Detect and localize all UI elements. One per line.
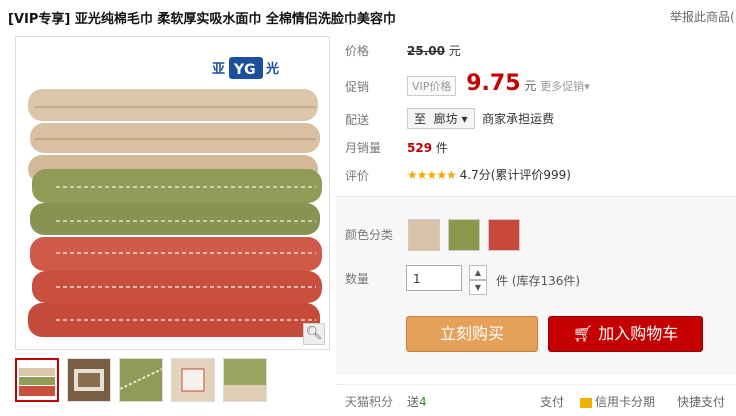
zoom-icon[interactable]: 🔍︎ xyxy=(303,323,325,345)
quantity-unit: 件 xyxy=(496,274,509,288)
logo-left-text: 亚 xyxy=(212,62,225,77)
vip-price-value: 9.75 xyxy=(466,71,521,96)
sales-label: 月销量 xyxy=(345,141,382,155)
main-product-image[interactable]: 亚 YG 光 🔍︎ xyxy=(15,36,330,350)
thumbnail-3[interactable] xyxy=(119,358,163,402)
points-info: 送4 xyxy=(407,395,427,409)
city-select[interactable]: 至 廊坊 ▾ xyxy=(407,108,475,129)
credit-card-icon xyxy=(580,397,592,408)
buy-now-button[interactable]: 立刻购买 xyxy=(406,316,538,352)
add-to-cart-button[interactable]: 🛒︎ 加入购物车 xyxy=(548,316,703,352)
vip-price-unit: 元 xyxy=(524,79,537,93)
quantity-up-button[interactable]: ▲ xyxy=(469,265,487,280)
vip-badge: VIP价格 xyxy=(407,76,457,96)
stock-info: 件 (库存136件) xyxy=(496,272,580,289)
promo-label: 促销 xyxy=(345,80,370,94)
quick-pay-option[interactable]: 快捷支付 xyxy=(677,393,725,410)
shipping-info: 至 廊坊 ▾ 商家承担运费 xyxy=(407,108,554,129)
product-title: [VIP专享] 亚光纯棉毛巾 柔软厚实吸水面巾 全棉情侣洗脸巾美容巾 xyxy=(8,12,396,27)
quantity-label: 数量 xyxy=(345,272,370,286)
thumbnail-strip xyxy=(15,358,267,402)
color-label: 颜色分类 xyxy=(345,228,394,242)
rating-label: 评价 xyxy=(345,169,370,183)
pay-label: 支付 xyxy=(540,395,565,409)
rating-score: 4.7分(累计评价999) xyxy=(459,168,571,182)
shipping-note: 商家承担运费 xyxy=(482,112,555,126)
original-price-unit: 元 xyxy=(448,44,461,58)
thumbnail-1[interactable] xyxy=(15,358,59,402)
report-link[interactable]: 举报此商品( xyxy=(670,8,736,25)
cart-icon: 🛒︎ xyxy=(572,324,594,343)
original-price: 25.00 元 xyxy=(407,42,461,59)
credit-card-option[interactable]: 信用卡分期 xyxy=(580,393,655,410)
quantity-down-button[interactable]: ▼ xyxy=(469,280,487,295)
sales-info: 529 件 xyxy=(407,139,448,156)
chevron-down-icon: ▾ xyxy=(584,80,590,93)
promo-price: VIP价格 9.75 元 更多促销▾ xyxy=(407,71,590,96)
more-promos-link[interactable]: 更多促销▾ xyxy=(540,80,590,93)
footer-divider xyxy=(336,384,736,385)
logo-right-text: 光 xyxy=(265,61,279,77)
shipping-label: 配送 xyxy=(345,113,370,127)
quantity-input[interactable]: 1 xyxy=(406,265,462,291)
color-swatch-red[interactable] xyxy=(488,219,520,251)
sales-count: 529 xyxy=(407,141,433,155)
svg-text:YG: YG xyxy=(233,62,256,78)
points-value: 4 xyxy=(419,395,427,409)
sales-unit: 件 xyxy=(435,141,448,155)
thumbnail-4[interactable] xyxy=(171,358,215,402)
caret-down-icon: ▾ xyxy=(461,112,468,126)
price-label: 价格 xyxy=(345,44,370,58)
stock-count: (库存136件) xyxy=(511,274,581,288)
thumbnail-2[interactable] xyxy=(67,358,111,402)
rating-info[interactable]: ★★★★★ 4.7分(累计评价999) xyxy=(407,166,571,183)
thumbnail-5[interactable] xyxy=(223,358,267,402)
color-swatch-green[interactable] xyxy=(448,219,480,251)
star-rating-icon: ★★★★★ xyxy=(407,168,457,182)
towel-stack-image: 亚 YG 光 xyxy=(16,37,329,349)
points-label: 天猫积分 xyxy=(345,395,394,409)
original-price-value: 25.00 xyxy=(407,44,445,58)
color-swatch-beige[interactable] xyxy=(408,219,440,251)
